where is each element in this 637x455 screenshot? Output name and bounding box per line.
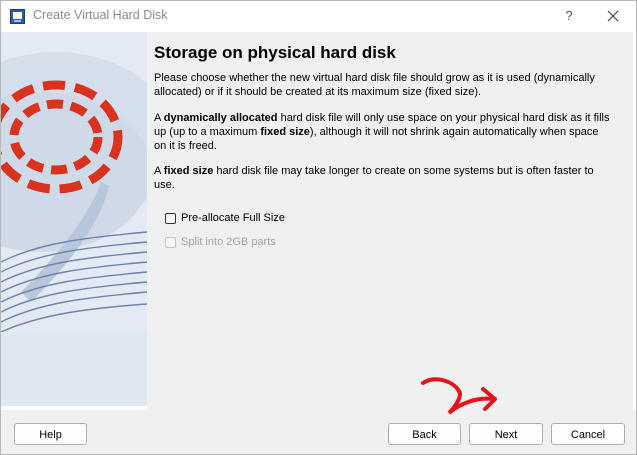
dynamic-description: A dynamically allocated hard disk file w… xyxy=(154,111,610,153)
window-title: Create Virtual Hard Disk xyxy=(33,8,168,22)
title-bar: Create Virtual Hard Disk ? xyxy=(1,1,636,32)
page-title: Storage on physical hard disk xyxy=(154,43,396,62)
create-virtual-hard-disk-dialog: Create Virtual Hard Disk ? Storage on ph… xyxy=(0,0,637,455)
preallocate-checkbox-row[interactable]: Pre-allocate Full Size xyxy=(165,212,285,224)
close-icon[interactable] xyxy=(601,4,625,28)
dynamic-prefix: A xyxy=(154,112,164,124)
fixed-suffix-text: hard disk file may take longer to create… xyxy=(154,165,594,191)
fixed-description: A fixed size hard disk file may take lon… xyxy=(154,164,610,192)
dialog-content: Storage on physical hard disk Please cho… xyxy=(1,32,636,410)
button-bar: Help Back Next Cancel xyxy=(1,410,636,454)
fixed-size-bold-term: fixed size xyxy=(260,126,310,138)
back-button[interactable]: Back xyxy=(388,423,461,445)
help-button[interactable]: Help xyxy=(14,423,87,445)
preallocate-checkbox[interactable] xyxy=(165,212,176,224)
next-button[interactable]: Next xyxy=(469,423,543,445)
fixed-prefix: A xyxy=(154,165,164,177)
virtualbox-app-icon xyxy=(10,9,25,24)
fixed-bold-term: fixed size xyxy=(163,165,214,177)
help-question-icon[interactable]: ? xyxy=(557,4,581,28)
split-checkbox xyxy=(165,236,176,248)
split-label: Split into 2GB parts xyxy=(181,236,276,248)
preallocate-label[interactable]: Pre-allocate Full Size xyxy=(181,212,285,224)
dynamic-bold-term: dynamically allocated xyxy=(163,112,278,124)
hard-disk-watermark-image xyxy=(1,32,147,406)
page-panel: Storage on physical hard disk Please cho… xyxy=(147,32,633,410)
cancel-button[interactable]: Cancel xyxy=(551,423,625,445)
split-checkbox-row: Split into 2GB parts xyxy=(165,236,276,248)
intro-text: Please choose whether the new virtual ha… xyxy=(154,72,595,98)
